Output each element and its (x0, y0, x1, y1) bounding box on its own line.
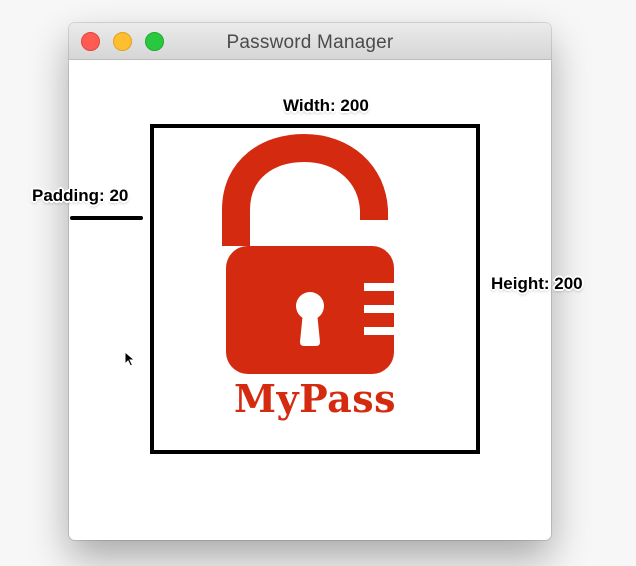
title-bar[interactable]: Password Manager (69, 23, 551, 60)
screen: Password Manager MyPass Width: 200 Heigh… (0, 0, 636, 566)
width-annotation: Width: 200 (283, 96, 369, 115)
logo-wordmark: MyPass (233, 376, 397, 421)
padding-indicator-line (70, 216, 143, 220)
window-title: Password Manager (226, 32, 394, 53)
logo-canvas: MyPass (150, 124, 480, 454)
padding-annotation: Padding: 20 (32, 186, 129, 205)
height-annotation: Height: 200 (491, 274, 583, 293)
mouse-cursor-icon (124, 351, 136, 367)
